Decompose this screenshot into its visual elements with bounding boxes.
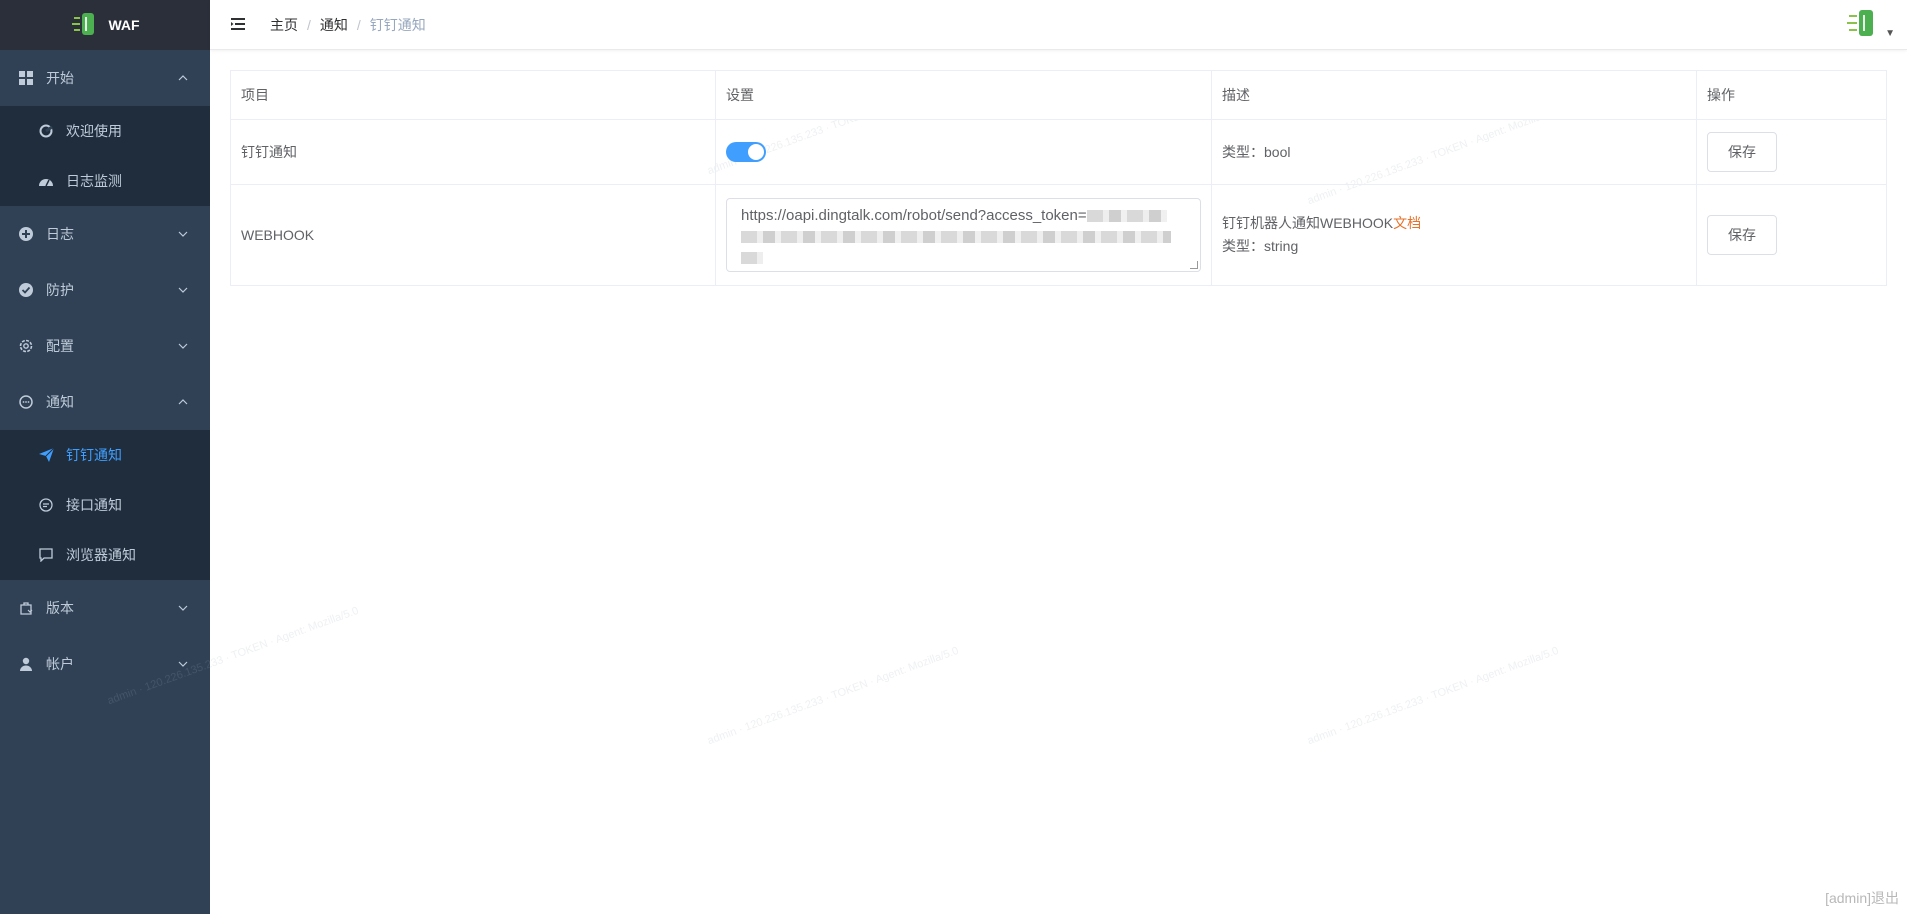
redacted-token [1086, 210, 1167, 223]
sidebar-item-label: 钉钉通知 [66, 447, 122, 463]
cell-action: 保存 [1696, 119, 1887, 185]
sidebar-item-label: 日志 [46, 226, 74, 242]
switch-knob [748, 144, 764, 160]
sidebar-item-logs[interactable]: 日志 [0, 206, 210, 262]
cell-setting: https://oapi.dingtalk.com/robot/send?acc… [715, 184, 1212, 286]
column-header-action: 操作 [1696, 70, 1887, 120]
save-button[interactable]: 保存 [1707, 215, 1777, 255]
chevron-down-icon [178, 602, 188, 614]
send-icon [38, 447, 54, 463]
sidebar-item-welcome[interactable]: 欢迎使用 [0, 106, 210, 156]
gear-icon [18, 338, 34, 354]
save-button[interactable]: 保存 [1707, 132, 1777, 172]
table-row: 钉钉通知 类型：bool 保存 [230, 119, 1887, 185]
chevron-up-icon [178, 72, 188, 84]
waf-logo-icon [70, 11, 98, 40]
chevron-down-icon [178, 284, 188, 296]
hamburger-icon [231, 17, 245, 33]
logo-text: WAF [108, 17, 140, 33]
breadcrumb-separator: / [307, 16, 311, 33]
breadcrumb-current: 钉钉通知 [369, 16, 426, 33]
sidebar-item-label: 浏览器通知 [66, 547, 136, 563]
sidebar-item-label: 开始 [46, 70, 74, 86]
column-header-description: 描述 [1211, 70, 1697, 120]
sidebar-item-dingtalk[interactable]: 钉钉通知 [0, 430, 210, 480]
dingtalk-enable-switch[interactable] [726, 142, 766, 162]
settings-table-container: 项目 设置 描述 操作 钉钉通知 类型：bool 保存 WEBHOOK http… [230, 70, 1887, 286]
sidebar-item-account[interactable]: 帐户 [0, 636, 210, 692]
description-type: 类型：bool [1222, 144, 1291, 160]
description-text: 钉钉机器人通知WEBHOOK [1222, 215, 1394, 231]
sidebar-item-api-notify[interactable]: 接口通知 [0, 480, 210, 530]
sidebar-item-log-monitor[interactable]: 日志监测 [0, 156, 210, 206]
sidebar-item-label: 通知 [46, 394, 74, 410]
settings-table: 项目 设置 描述 操作 钉钉通知 类型：bool 保存 WEBHOOK http… [230, 70, 1887, 286]
watermark: admin · 120.226.135.233 · TOKEN · Agent:… [705, 644, 961, 748]
redacted-token [741, 231, 1171, 244]
sidebar-item-protection[interactable]: 防护 [0, 262, 210, 318]
chat-dots-icon [38, 497, 54, 513]
description-type: 类型：string [1222, 238, 1299, 254]
sidebar-item-config[interactable]: 配置 [0, 318, 210, 374]
webhook-value: https://oapi.dingtalk.com/robot/send?acc… [741, 207, 1087, 224]
sidebar-item-label: 版本 [46, 600, 74, 616]
chevron-down-icon [178, 228, 188, 240]
breadcrumb: 主页 / 通知 / 钉钉通知 [270, 15, 426, 35]
refresh-icon [38, 123, 54, 139]
check-circle-icon [18, 282, 34, 298]
bag-icon [18, 600, 34, 616]
webhook-textarea[interactable]: https://oapi.dingtalk.com/robot/send?acc… [726, 198, 1201, 272]
top-navbar: 主页 / 通知 / 钉钉通知 ▼ [210, 0, 1907, 50]
logo[interactable]: WAF [0, 0, 210, 50]
docs-link[interactable]: 文档 [1393, 215, 1421, 231]
sidebar-item-label: 日志监测 [66, 173, 122, 189]
resize-handle[interactable] [1190, 261, 1198, 269]
chevron-up-icon [178, 396, 188, 408]
breadcrumb-separator: / [356, 16, 361, 33]
sidebar: WAF 开始 欢迎使用 日志监测 日志 防护 配置 通知 钉钉通知 接口通知 浏… [0, 0, 210, 914]
sidebar-item-label: 接口通知 [66, 497, 122, 513]
table-row: WEBHOOK https://oapi.dingtalk.com/robot/… [230, 184, 1887, 286]
submenu-start: 欢迎使用 日志监测 [0, 106, 210, 206]
sidebar-item-version[interactable]: 版本 [0, 580, 210, 636]
chevron-down-icon [178, 658, 188, 670]
sidebar-item-start[interactable]: 开始 [0, 50, 210, 106]
column-header-setting: 设置 [715, 70, 1212, 120]
breadcrumb-home[interactable]: 主页 [270, 15, 298, 35]
sidebar-item-label: 帐户 [46, 656, 74, 672]
grid-icon [18, 70, 34, 86]
cell-setting [715, 119, 1212, 185]
user-avatar-dropdown[interactable]: ▼ [1845, 8, 1895, 41]
sidebar-item-notify[interactable]: 通知 [0, 374, 210, 430]
message-icon [38, 547, 54, 563]
caret-down-icon: ▼ [1885, 28, 1895, 39]
sidebar-item-label: 欢迎使用 [66, 123, 122, 139]
sidebar-item-label: 配置 [46, 338, 74, 354]
breadcrumb-notify[interactable]: 通知 [320, 15, 348, 35]
user-icon [18, 656, 34, 672]
logout-link[interactable]: [admin]退出 [1825, 888, 1899, 908]
sidebar-item-label: 防护 [46, 282, 74, 298]
avatar [1845, 8, 1879, 41]
cell-description: 类型：bool [1211, 119, 1697, 185]
cell-item: WEBHOOK [230, 184, 716, 286]
cell-item: 钉钉通知 [230, 119, 716, 185]
redacted-token [741, 252, 763, 265]
cell-description: 钉钉机器人通知WEBHOOK文档 类型：string [1211, 184, 1697, 286]
dashboard-icon [38, 173, 54, 189]
plus-circle-icon [18, 226, 34, 242]
chevron-down-icon [178, 340, 188, 352]
column-header-item: 项目 [230, 70, 716, 120]
hamburger-button[interactable] [218, 0, 258, 50]
submenu-notify: 钉钉通知 接口通知 浏览器通知 [0, 430, 210, 580]
cell-action: 保存 [1696, 184, 1887, 286]
watermark: admin · 120.226.135.233 · TOKEN · Agent:… [1305, 644, 1561, 748]
sidebar-item-browser-notify[interactable]: 浏览器通知 [0, 530, 210, 580]
chat-icon [18, 394, 34, 410]
